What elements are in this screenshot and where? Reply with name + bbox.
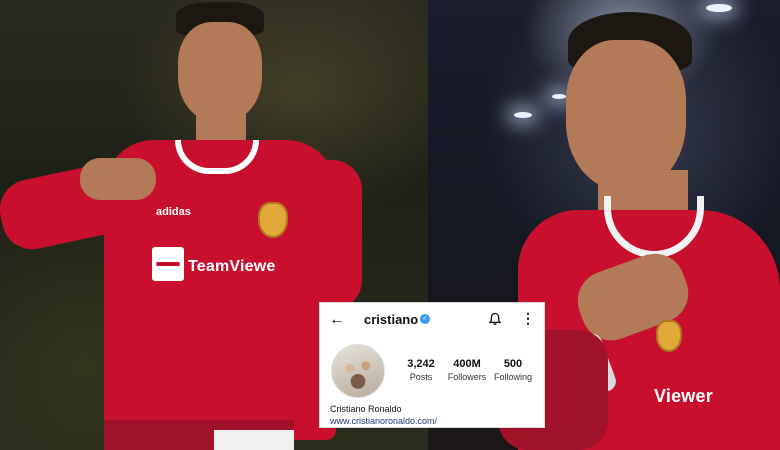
back-arrow-icon[interactable]: ← bbox=[329, 311, 345, 329]
following-stat[interactable]: 500 Following bbox=[483, 358, 543, 383]
avatar[interactable] bbox=[331, 344, 385, 398]
more-options-icon[interactable]: ⋮ bbox=[521, 310, 535, 326]
following-count: 500 bbox=[503, 358, 523, 370]
kit-brand-logo-left: adidas bbox=[156, 206, 191, 218]
profile-username: cristiano bbox=[364, 312, 419, 327]
profile-website-link[interactable]: www.cristianoronaldo.com/ bbox=[330, 416, 437, 426]
profile-display-name: Cristiano Ronaldo bbox=[330, 404, 402, 414]
profile-header: ← cristiano ✓ ⋮ bbox=[320, 309, 544, 331]
sponsor-logo-icon bbox=[152, 247, 184, 281]
bell-icon[interactable] bbox=[488, 312, 502, 326]
following-label: Following bbox=[493, 372, 533, 382]
club-crest-right bbox=[656, 320, 682, 352]
sponsor-text-left: TeamViewe bbox=[188, 258, 276, 275]
verified-badge-icon: ✓ bbox=[420, 314, 430, 324]
sponsor-text-right: Viewer bbox=[654, 386, 713, 406]
instagram-profile-card: ← cristiano ✓ ⋮ 3,242 Posts 400M Followe… bbox=[319, 302, 545, 428]
club-crest-left bbox=[258, 202, 288, 238]
